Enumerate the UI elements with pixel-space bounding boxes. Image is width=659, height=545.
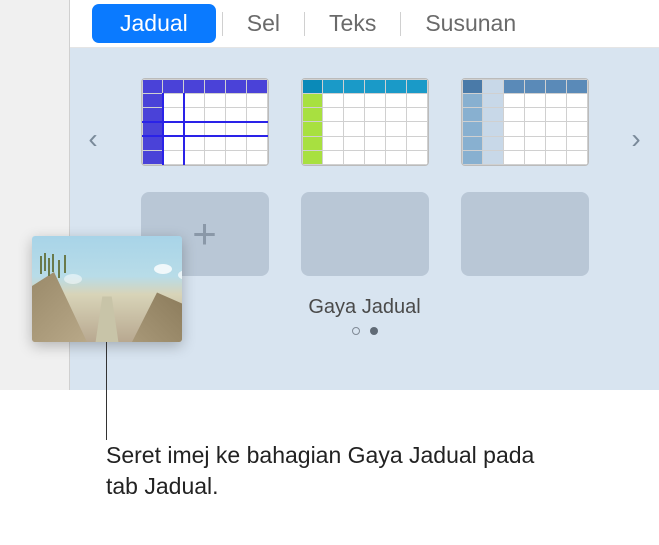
table-style-2[interactable] — [301, 78, 429, 166]
chevron-left-icon[interactable]: ‹ — [78, 123, 108, 155]
tab-teks[interactable]: Teks — [311, 4, 394, 43]
tab-jadual[interactable]: Jadual — [92, 4, 216, 43]
tab-divider — [400, 12, 401, 36]
plus-icon: + — [192, 210, 217, 258]
tab-bar: Jadual Sel Teks Susunan — [70, 0, 659, 48]
callout-caption: Seret imej ke bahagian Gaya Jadual pada … — [106, 440, 546, 502]
tab-divider — [222, 12, 223, 36]
tab-divider — [304, 12, 305, 36]
callout-line — [106, 342, 107, 440]
empty-style-slot[interactable] — [461, 192, 589, 276]
page-dot-active[interactable] — [370, 327, 378, 335]
table-style-3[interactable] — [461, 78, 589, 166]
table-style-1[interactable] — [141, 78, 269, 166]
tab-sel[interactable]: Sel — [229, 4, 298, 43]
tab-susunan[interactable]: Susunan — [407, 4, 534, 43]
dragged-image-thumbnail[interactable] — [32, 236, 182, 342]
page-dot[interactable] — [352, 327, 360, 335]
empty-style-slot[interactable] — [301, 192, 429, 276]
chevron-right-icon[interactable]: › — [621, 123, 651, 155]
